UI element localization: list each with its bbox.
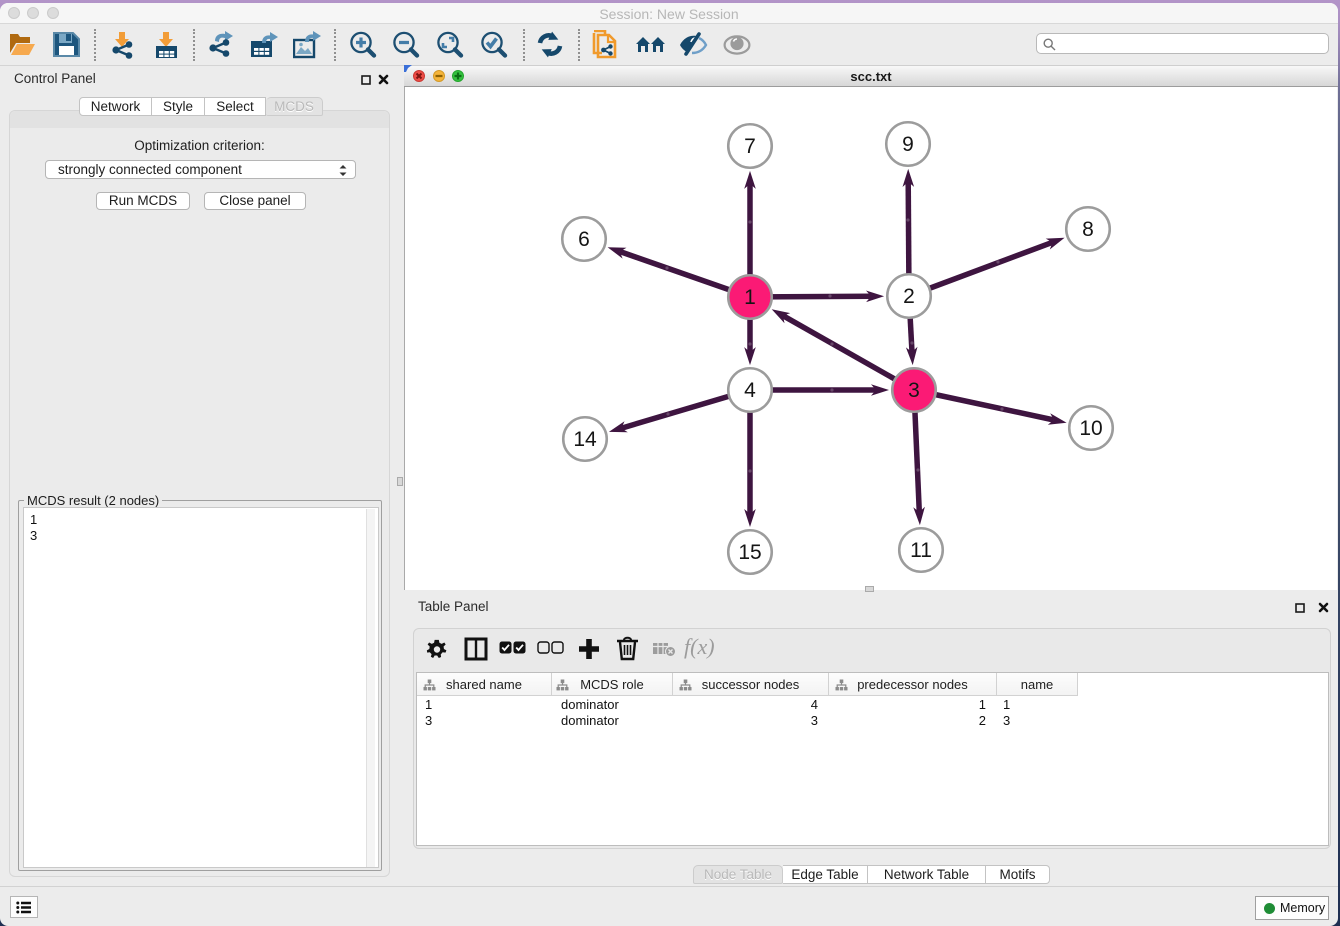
svg-text:4: 4 bbox=[744, 379, 756, 402]
svg-text:8: 8 bbox=[1082, 218, 1094, 241]
svg-text:6: 6 bbox=[578, 228, 590, 251]
svg-text:11: 11 bbox=[910, 539, 932, 562]
svg-text:2: 2 bbox=[903, 285, 915, 308]
svg-text:9: 9 bbox=[902, 133, 914, 156]
svg-text:15: 15 bbox=[738, 541, 761, 564]
svg-text:1: 1 bbox=[744, 286, 756, 309]
svg-text:3: 3 bbox=[908, 379, 920, 402]
svg-text:10: 10 bbox=[1079, 417, 1102, 440]
svg-text:7: 7 bbox=[744, 135, 756, 158]
svg-text:14: 14 bbox=[573, 428, 597, 451]
